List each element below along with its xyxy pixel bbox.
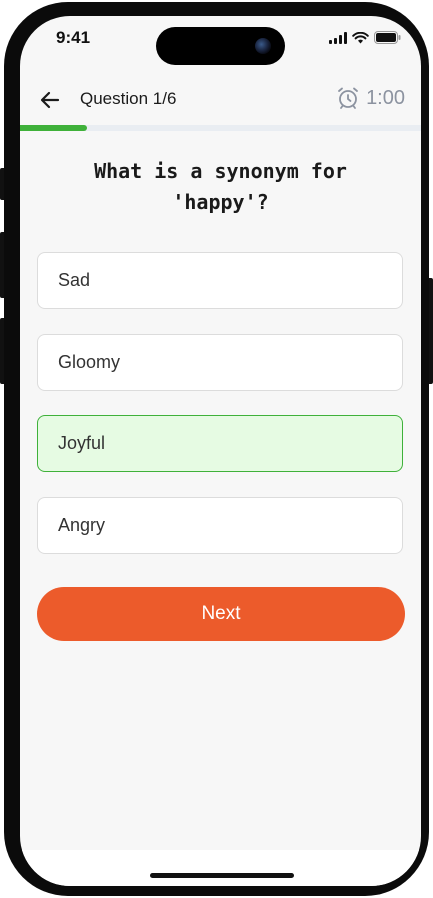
app-screen: 9:41 Question 1/6 1:00 What is a synonym…: [20, 16, 421, 886]
home-indicator[interactable]: [150, 873, 294, 878]
answer-option[interactable]: Sad: [37, 252, 403, 309]
question-counter: Question 1/6: [80, 89, 177, 108]
status-time: 9:41: [56, 28, 91, 47]
answer-option[interactable]: Gloomy: [37, 334, 403, 391]
arrow-left-icon: [40, 91, 60, 109]
signal-icon: [329, 31, 347, 44]
answer-option-label: Angry: [58, 515, 106, 535]
timer: 1:00: [336, 86, 405, 110]
phone-mockup: 9:41 Question 1/6 1:00 What is a synonym…: [0, 0, 433, 898]
answer-option-label: Gloomy: [58, 352, 121, 372]
question-text: What is a synonym for 'happy'?: [94, 159, 347, 214]
battery-icon: [374, 31, 401, 44]
progress-fill: [20, 125, 87, 131]
timer-value: 1:00: [366, 86, 405, 109]
status-icons: [329, 31, 401, 44]
next-button[interactable]: Next: [37, 587, 405, 641]
camera-icon: [255, 38, 271, 54]
quiz-header: Question 1/6 1:00: [20, 74, 421, 126]
progress-bar: [20, 125, 421, 131]
dynamic-island: [156, 27, 285, 65]
answer-option-label: Joyful: [58, 433, 106, 453]
alarm-clock-icon: [338, 87, 358, 109]
answer-option[interactable]: Joyful: [37, 415, 403, 472]
wifi-icon: [352, 31, 369, 43]
back-button[interactable]: [38, 88, 62, 112]
phone-frame: 9:41 Question 1/6 1:00 What is a synonym…: [4, 2, 429, 896]
answer-option-label: Sad: [58, 270, 91, 290]
answer-option[interactable]: Angry: [37, 497, 403, 554]
bottom-safe-area: [20, 850, 421, 886]
